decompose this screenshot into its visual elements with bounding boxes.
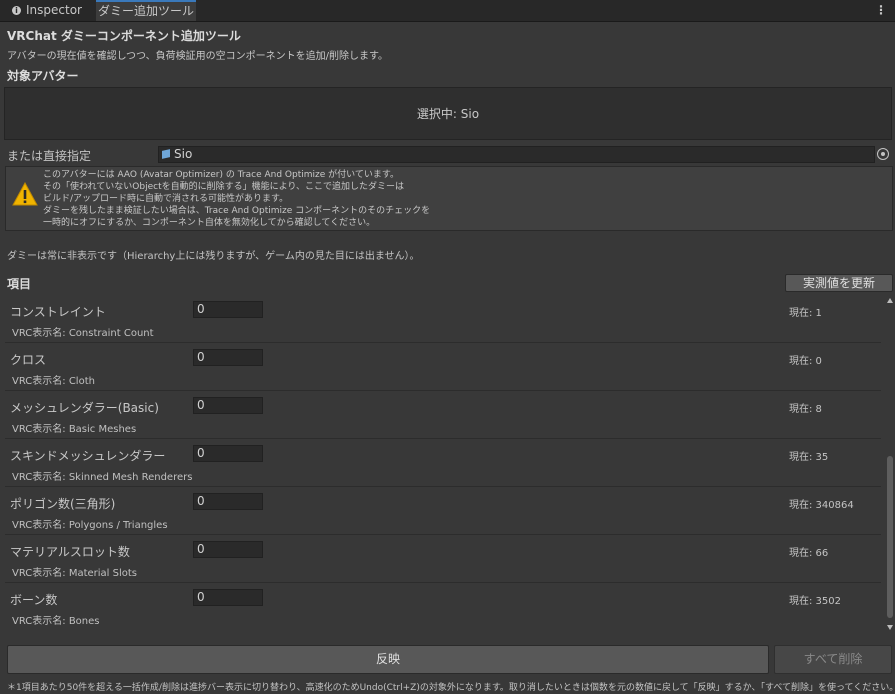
- items-heading: 項目: [7, 277, 32, 291]
- delete-all-button[interactable]: すべて削除: [774, 645, 892, 674]
- item-name: メッシュレンダラー(Basic): [10, 401, 159, 415]
- item-count-input[interactable]: 0: [193, 397, 263, 414]
- scroll-up-icon[interactable]: [887, 298, 893, 303]
- item-name: コンストレイント: [10, 305, 106, 319]
- target-avatar-heading: 対象アバター: [7, 69, 79, 83]
- item-vrc-name: VRC表示名: Skinned Mesh Renderers: [12, 472, 193, 483]
- list-item: ボーン数 0 現在: 3502 VRC表示名: Bones: [5, 584, 881, 631]
- apply-button[interactable]: 反映: [7, 645, 769, 674]
- item-current-value: 現在: 3502: [789, 596, 841, 607]
- row-divider: [5, 342, 881, 343]
- warning-line: ビルド/アップロード時に自動で消される可能性があります。: [43, 194, 289, 204]
- object-picker-icon[interactable]: [877, 148, 889, 160]
- warning-icon: [12, 182, 38, 206]
- row-divider: [5, 486, 881, 487]
- tab-inspector[interactable]: i Inspector: [0, 0, 95, 21]
- page-title: VRChat ダミーコンポーネント追加ツール: [7, 29, 241, 43]
- direct-target-label: または直接指定: [7, 149, 92, 163]
- tab-inspector-label: Inspector: [26, 3, 82, 17]
- row-divider: [5, 438, 881, 439]
- footnote: ＊1項目あたり50件を超える一括作成/削除は進捗バー表示に切り替わり、高速化のた…: [7, 683, 895, 693]
- item-current-value: 現在: 340864: [789, 500, 854, 511]
- selected-avatar-box: 選択中: Sio: [4, 87, 892, 140]
- page-subtitle: アバターの現在値を確認しつつ、負荷検証用の空コンポーネントを追加/削除します。: [7, 51, 388, 62]
- kebab-menu-icon[interactable]: ⋮: [875, 0, 887, 20]
- warning-line: このアバターには AAO (Avatar Optimizer) の Trace …: [43, 170, 399, 180]
- prefab-cube-icon: [162, 149, 170, 159]
- list-item: スキンドメッシュレンダラー 0 現在: 35 VRC表示名: Skinned M…: [5, 440, 881, 487]
- list-item: コンストレイント 0 現在: 1 VRC表示名: Constraint Coun…: [5, 296, 881, 343]
- item-count-input[interactable]: 0: [193, 541, 263, 558]
- item-current-value: 現在: 1: [789, 308, 822, 319]
- item-vrc-name: VRC表示名: Constraint Count: [12, 328, 154, 339]
- row-divider: [5, 534, 881, 535]
- avatar-object-field[interactable]: Sio: [158, 146, 875, 163]
- items-list: コンストレイント 0 現在: 1 VRC表示名: Constraint Coun…: [5, 296, 883, 632]
- item-vrc-name: VRC表示名: Basic Meshes: [12, 424, 137, 435]
- item-name: スキンドメッシュレンダラー: [10, 449, 166, 463]
- warning-text: このアバターには AAO (Avatar Optimizer) の Trace …: [43, 169, 430, 229]
- tab-bar: i Inspector ダミー追加ツール ⋮: [0, 0, 895, 22]
- item-current-value: 現在: 66: [789, 548, 829, 559]
- scroll-down-icon[interactable]: [887, 625, 893, 630]
- info-icon: i: [12, 6, 21, 15]
- item-name: ポリゴン数(三角形): [10, 497, 116, 511]
- item-count-input[interactable]: 0: [193, 301, 263, 318]
- row-divider: [5, 390, 881, 391]
- item-vrc-name: VRC表示名: Bones: [12, 616, 100, 627]
- selected-avatar-text: 選択中: Sio: [416, 107, 480, 121]
- aao-warning-box: このアバターには AAO (Avatar Optimizer) の Trace …: [5, 166, 893, 231]
- list-item: ポリゴン数(三角形) 0 現在: 340864 VRC表示名: Polygons…: [5, 488, 881, 535]
- item-count-input[interactable]: 0: [193, 349, 263, 366]
- warning-line: 一時的にオフにするか、コンポーネント自体を無効化してから確認してください。: [43, 218, 376, 228]
- hidden-note: ダミーは常に非表示です（Hierarchy上には残りますが、ゲーム内の見た目には…: [7, 251, 420, 262]
- list-item: メッシュレンダラー(Basic) 0 現在: 8 VRC表示名: Basic M…: [5, 392, 881, 439]
- tab-dummy-tool-label: ダミー追加ツール: [97, 4, 194, 18]
- item-name: マテリアルスロット数: [10, 545, 130, 559]
- item-current-value: 現在: 35: [789, 452, 829, 463]
- scrollbar-thumb[interactable]: [887, 456, 893, 618]
- tab-dummy-tool[interactable]: ダミー追加ツール: [96, 0, 196, 21]
- item-current-value: 現在: 8: [789, 404, 822, 415]
- item-vrc-name: VRC表示名: Material Slots: [12, 568, 137, 579]
- warning-line: その「使われていないObjectを自動的に削除する」機能により、ここで追加したダ…: [43, 182, 405, 192]
- avatar-object-value: Sio: [174, 147, 193, 161]
- item-vrc-name: VRC表示名: Polygons / Triangles: [12, 520, 168, 531]
- items-scrollbar[interactable]: [884, 296, 895, 632]
- item-count-input[interactable]: 0: [193, 493, 263, 510]
- warning-line: ダミーを残したまま検証したい場合は、Trace And Optimize コンポ…: [43, 206, 431, 216]
- refresh-measurements-button[interactable]: 実測値を更新: [785, 274, 893, 292]
- item-name: ボーン数: [10, 593, 58, 607]
- item-current-value: 現在: 0: [789, 356, 822, 367]
- list-item: クロス 0 現在: 0 VRC表示名: Cloth: [5, 344, 881, 391]
- item-vrc-name: VRC表示名: Cloth: [12, 376, 95, 387]
- list-item: マテリアルスロット数 0 現在: 66 VRC表示名: Material Slo…: [5, 536, 881, 583]
- item-name: クロス: [10, 353, 47, 367]
- item-count-input[interactable]: 0: [193, 445, 263, 462]
- row-divider: [5, 582, 881, 583]
- item-count-input[interactable]: 0: [193, 589, 263, 606]
